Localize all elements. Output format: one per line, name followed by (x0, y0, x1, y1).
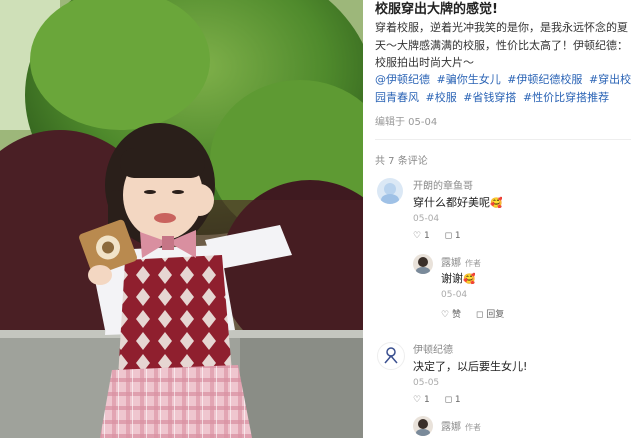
comment-item: 伊顿纪德 决定了，以后要生女儿! 05-05 ♡ 1 ◻ 1 露娜 作者 (377, 340, 627, 438)
comment-bubble-icon: ◻ (475, 310, 484, 320)
comment-text: 决定了，以后要生女儿! (413, 360, 528, 373)
comment-text-content: 穿什么都好美呢 (413, 196, 490, 209)
comment-date: 05-04 (413, 214, 440, 224)
reply-actions: ♡ 赞 ◻ 回复 (441, 307, 516, 320)
post-title: 校服穿出大牌的感觉! (375, 2, 498, 17)
reply-item: 露娜 作者 谢谢🥰 05-04 ♡ 赞 ◻ 回复 (413, 252, 623, 322)
comment-actions: ♡ 1 ◻ 1 (413, 395, 473, 405)
tag-link[interactable]: #伊顿纪德校服 (507, 73, 582, 86)
like-count: 1 (423, 231, 430, 241)
author-badge: 作者 (465, 423, 481, 432)
tag-mention[interactable]: @伊顿纪德 (375, 73, 430, 86)
tag-link[interactable]: #校服 (426, 91, 457, 104)
reply-label: 回复 (486, 310, 505, 320)
reply-username[interactable]: 露娜 作者 (441, 418, 481, 433)
comment-actions: ♡ 1 ◻ 1 (413, 231, 473, 241)
edited-date: 编辑于 05-04 (375, 117, 438, 128)
like-button[interactable]: ♡ 1 (413, 231, 430, 241)
heart-icon: ♡ (441, 310, 450, 320)
reply-username-text: 露娜 (441, 258, 461, 269)
reply-username-text: 露娜 (441, 422, 461, 433)
author-avatar[interactable] (413, 416, 433, 436)
author-avatar[interactable] (413, 254, 433, 274)
comment-bubble-icon: ◻ (444, 231, 453, 241)
reply-username[interactable]: 露娜 作者 (441, 254, 481, 269)
comment-username[interactable]: 开朗的章鱼哥 (413, 177, 473, 192)
reply-text: 谢谢🥰 (441, 270, 475, 286)
post-photo[interactable] (0, 0, 363, 438)
post-detail-panel: 校服穿出大牌的感觉! 穿着校服，逆着光冲我笑的是你，是我永远怀念的夏天～大牌感满… (363, 0, 638, 438)
girl-in-uniform-photo (0, 0, 363, 438)
reply-button[interactable]: ◻ 1 (445, 395, 461, 405)
comment-bubble-icon: ◻ (444, 395, 453, 405)
brand-logo-avatar[interactable] (377, 342, 405, 370)
smile-emoji-icon: 🥰 (490, 198, 503, 209)
tag-link[interactable]: #性价比穿搭推荐 (523, 91, 609, 104)
comment-count: 共 7 条评论 (375, 156, 428, 167)
like-count: 1 (423, 395, 430, 405)
reply-date: 05-04 (441, 290, 468, 300)
like-button[interactable]: ♡ 1 (413, 395, 430, 405)
comment-date: 05-05 (413, 378, 440, 388)
reply-count: 1 (454, 395, 461, 405)
tag-link[interactable]: #骗你生女儿 (437, 73, 501, 86)
heart-icon: ♡ (413, 395, 422, 405)
avatar[interactable] (377, 178, 403, 204)
like-button[interactable]: ♡ 赞 (441, 310, 461, 320)
comment-text: 穿什么都好美呢🥰 (413, 194, 502, 210)
author-badge: 作者 (465, 259, 481, 268)
like-label: 赞 (451, 310, 461, 320)
smile-emoji-icon: 🥰 (463, 274, 476, 285)
reply-button[interactable]: ◻ 回复 (476, 310, 504, 320)
comment-username[interactable]: 伊顿纪德 (413, 341, 453, 356)
reply-button[interactable]: ◻ 1 (445, 231, 461, 241)
tag-link[interactable]: #省钱穿搭 (463, 91, 516, 104)
heart-icon: ♡ (413, 231, 422, 241)
post-body-text: 穿着校服，逆着光冲我笑的是你，是我永远怀念的夏天～大牌感满满的校服，性价比太高了… (375, 21, 628, 69)
comment-item: 开朗的章鱼哥 穿什么都好美呢🥰 05-04 ♡ 1 ◻ 1 露娜 作者 谢谢🥰 0… (377, 176, 627, 326)
reply-count: 1 (454, 231, 461, 241)
reply-text-content: 谢谢 (441, 272, 463, 285)
post-tags: @伊顿纪德 #骗你生女儿 #伊顿纪德校服 #穿出校园青春风 #校服 #省钱穿搭 … (375, 71, 635, 106)
divider (375, 139, 631, 140)
reply-item: 露娜 作者 (413, 416, 623, 438)
